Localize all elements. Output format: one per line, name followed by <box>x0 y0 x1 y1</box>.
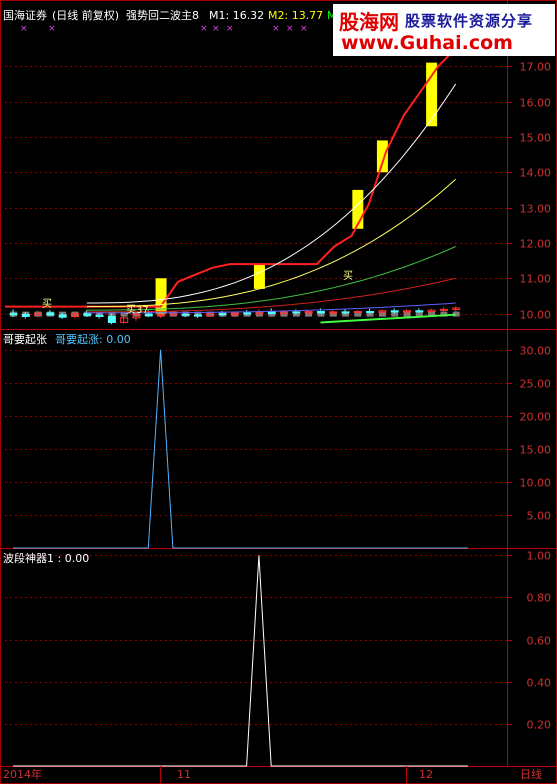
candle-body-25 <box>316 311 325 314</box>
candle-body-0 <box>9 313 18 316</box>
candle-body-8 <box>107 315 116 323</box>
candle-body-35 <box>439 308 448 311</box>
candle-body-21 <box>267 311 276 315</box>
frame <box>0 0 557 784</box>
top-marker-left-1: × <box>48 24 56 34</box>
ytick-label-p1-0: 10.00 <box>520 309 552 322</box>
header-mode: (日线 前复权) <box>52 9 120 22</box>
buy-marker-1: 买 <box>42 299 52 310</box>
ytick-label-p3-1: 0.40 <box>527 677 552 690</box>
period-label: 日线 <box>520 768 542 781</box>
ytick-label-p1-5: 15.00 <box>520 132 552 145</box>
ytick-label-p1-2: 12.00 <box>520 238 552 251</box>
ytick-label-p2-2: 15.00 <box>520 444 552 457</box>
ma-white <box>86 83 457 304</box>
watermark-line3: www.Guhai.com <box>341 32 513 54</box>
ytick-label-p2-4: 25.00 <box>520 378 552 391</box>
red-trend-line <box>5 47 457 308</box>
top-marker-right-3: × <box>272 24 280 34</box>
header-broker: 国海证券 <box>3 9 47 22</box>
ma-yellow <box>86 178 457 308</box>
ytick-label-p1-3: 13.00 <box>520 203 552 216</box>
candle-body-6 <box>83 313 92 316</box>
boost-candle-4 <box>426 62 438 127</box>
ytick-label-p3-4: 1.00 <box>527 550 552 563</box>
green-support-line <box>320 313 456 324</box>
candle-body-23 <box>292 311 301 314</box>
buy-marker-3: 买 <box>343 271 353 282</box>
ytick-label-p2-0: 5.00 <box>527 510 552 523</box>
boost-candle-0 <box>155 278 167 314</box>
indicator-panel-bdsq[interactable] <box>12 555 469 767</box>
xaxis-label-1: 11 <box>177 768 191 781</box>
boost-candle-1 <box>253 264 265 289</box>
ytick-label-p1-4: 14.00 <box>520 167 552 180</box>
candle-body-33 <box>415 310 424 313</box>
candle-body-15 <box>193 314 202 317</box>
ytick-label-p2-1: 10.00 <box>520 477 552 490</box>
top-marker-right-1: × <box>212 24 220 34</box>
candle-body-19 <box>243 312 252 315</box>
top-marker-right-2: × <box>226 24 234 34</box>
candle-body-17 <box>218 313 227 316</box>
panel2-title: 哥要起张 <box>3 333 47 346</box>
bdsq-line <box>13 555 468 767</box>
panel3-title: 波段神器1 : 0.00 <box>3 552 90 565</box>
xaxis-label-2: 12 <box>419 768 433 781</box>
indicator-panel-gyqz[interactable] <box>12 349 469 549</box>
ytick-label-p3-0: 0.20 <box>527 719 552 732</box>
top-marker-right-0: × <box>200 24 208 34</box>
grid-layer <box>0 0 557 784</box>
candle-body-29 <box>366 311 375 314</box>
axis-layer: 10.00 11.00 12.00 13.00 14.00 15.00 16.00 17.00… <box>160 61 552 784</box>
candle-body-1 <box>21 313 30 317</box>
panel2-value: 哥要起涨: 0.00 <box>55 333 131 346</box>
candle-body-3 <box>46 312 55 316</box>
header-m1: M1: 16.32 <box>209 9 265 22</box>
watermark-line2: 股票软件资源分享 <box>405 12 534 30</box>
candle-body-4 <box>58 314 67 318</box>
stock-chart: × × × × × × × × 10.0011.0012.0013.0014.0015.001… <box>0 0 557 784</box>
ytick-label-p2-3: 20.00 <box>520 411 552 424</box>
candle-body-7 <box>95 314 104 317</box>
ytick-label-p1-1: 11.00 <box>520 273 552 286</box>
top-marker-right-4: × <box>286 24 294 34</box>
xaxis-label-0: 2014年 <box>3 768 42 781</box>
ytick-label-p1-6: 16.00 <box>520 97 552 110</box>
ytick-label-p1-7: 17.00 <box>520 61 552 74</box>
candle-body-27 <box>341 311 350 314</box>
ytick-label-p3-2: 0.60 <box>527 635 552 648</box>
ytick-label-p3-3: 0.80 <box>527 592 552 605</box>
watermark-line1: 股海网 <box>339 10 399 34</box>
buy-marker-2: 买37 <box>126 305 149 316</box>
watermark: 股海网 股票软件资源分享 www.Guhai.com <box>333 4 555 56</box>
top-marker-right-5: × <box>300 24 308 34</box>
candle-body-31 <box>390 310 399 313</box>
header-m2: M2: 13.77 <box>268 9 324 22</box>
ytick-label-p2-5: 30.00 <box>520 345 552 358</box>
header-indicator: 强势回二波主8 <box>126 9 199 22</box>
boost-candle-3 <box>376 140 388 173</box>
candle-body-14 <box>181 313 190 316</box>
top-marker-left-0: × <box>20 24 28 34</box>
gyqz-line <box>13 349 468 549</box>
